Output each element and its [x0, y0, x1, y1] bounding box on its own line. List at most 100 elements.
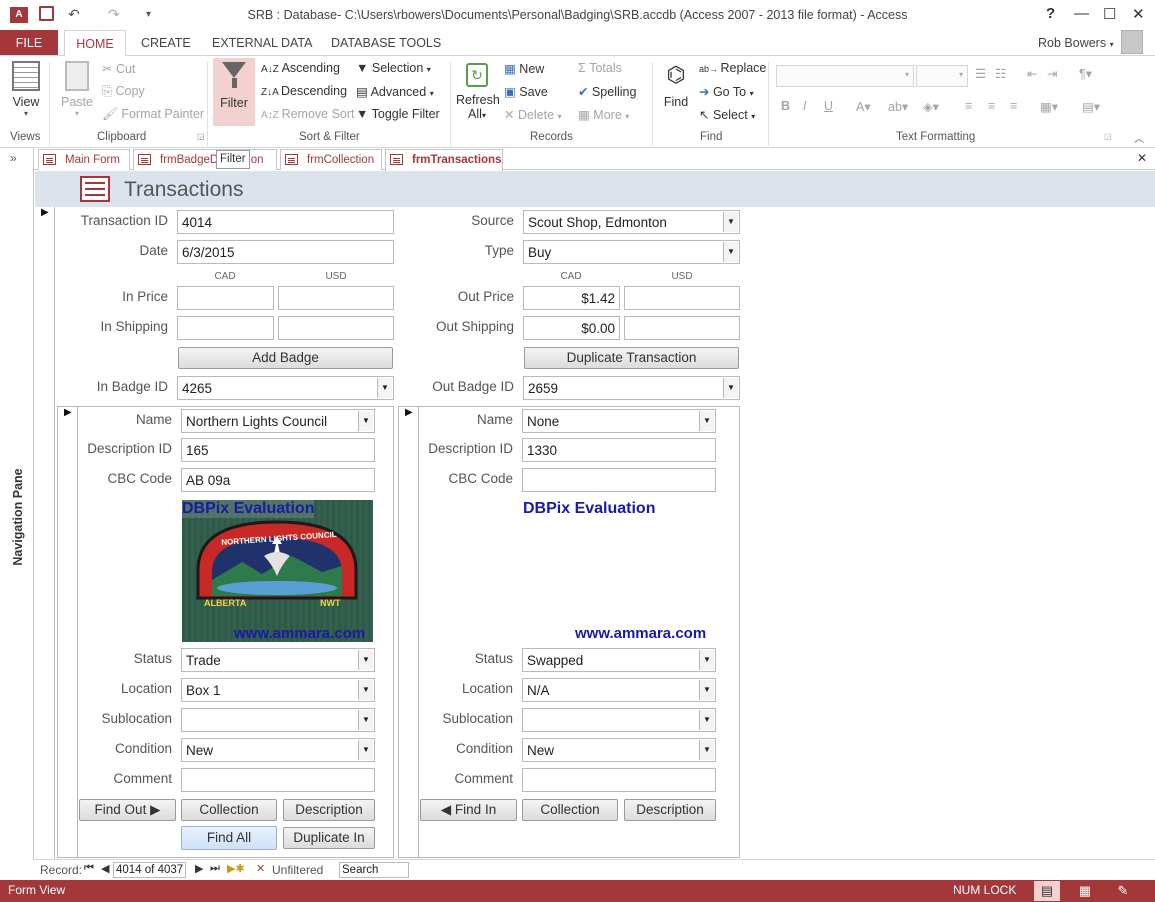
- more-button[interactable]: ▦ More ▾: [578, 107, 629, 122]
- alt-row-color-icon[interactable]: ▤▾: [1082, 99, 1100, 114]
- find-in-button[interactable]: ◀ Find In: [420, 799, 517, 821]
- chevron-down-icon[interactable]: ▼: [377, 378, 392, 398]
- previous-record-icon[interactable]: ◀: [101, 862, 109, 875]
- user-name[interactable]: Rob Bowers ▾: [1038, 30, 1114, 56]
- new-record-nav-icon[interactable]: ▶✱: [227, 862, 245, 875]
- form-view-icon[interactable]: ▤: [1034, 881, 1060, 901]
- tab-external-data[interactable]: EXTERNAL DATA: [212, 30, 312, 56]
- find-out-button[interactable]: Find Out ▶: [79, 799, 176, 821]
- out-price-cad-field[interactable]: $1.42: [523, 286, 620, 310]
- go-to-button[interactable]: ➔ Go To ▾: [699, 84, 754, 99]
- location-combo[interactable]: Box 1 ▼: [181, 678, 375, 702]
- gridlines-icon[interactable]: ▦▾: [1040, 99, 1058, 114]
- chevron-down-icon[interactable]: ▼: [358, 411, 373, 431]
- decrease-indent-icon[interactable]: ⇤: [1027, 66, 1037, 81]
- description-id-field[interactable]: 165: [181, 438, 375, 462]
- design-view-icon[interactable]: ✎: [1114, 881, 1132, 901]
- comment-field[interactable]: [181, 768, 375, 792]
- description-id-field[interactable]: 1330: [522, 438, 716, 462]
- chevron-down-icon[interactable]: ▼: [723, 242, 738, 262]
- type-combo[interactable]: Buy ▼: [523, 240, 740, 264]
- numbering-icon[interactable]: ☷: [995, 66, 1006, 81]
- next-record-icon[interactable]: ▶: [195, 862, 203, 875]
- date-field[interactable]: 6/3/2015: [177, 240, 394, 264]
- font-color-icon[interactable]: A▾: [856, 99, 871, 114]
- search-input[interactable]: Search: [339, 862, 409, 878]
- chevron-down-icon[interactable]: ▼: [699, 740, 714, 760]
- find-button[interactable]: ⌬ Find: [660, 62, 692, 122]
- close-doc-icon[interactable]: ✕: [1137, 151, 1147, 165]
- filter-status-label[interactable]: Unfiltered: [272, 863, 323, 877]
- chevron-down-icon[interactable]: ▼: [358, 680, 373, 700]
- align-right-icon[interactable]: ≡: [1010, 99, 1017, 113]
- duplicate-transaction-button[interactable]: Duplicate Transaction: [524, 347, 739, 369]
- add-badge-button[interactable]: Add Badge: [178, 347, 393, 369]
- bullets-icon[interactable]: ☰: [975, 66, 986, 81]
- remove-sort-button[interactable]: A↕Z Remove Sort: [261, 107, 355, 121]
- align-center-icon[interactable]: ≡: [988, 99, 995, 113]
- doc-tab-frmbadgedescription[interactable]: frmBadgeD ion: [133, 149, 277, 170]
- source-combo[interactable]: Scout Shop, Edmonton ▼: [523, 210, 740, 234]
- paragraph-icon[interactable]: ¶▾: [1079, 66, 1092, 81]
- in-price-usd-field[interactable]: [278, 286, 394, 310]
- toggle-filter-button[interactable]: ▼ Toggle Filter: [356, 107, 440, 121]
- chevron-down-icon[interactable]: ▼: [699, 411, 714, 431]
- first-record-icon[interactable]: ⏮: [84, 862, 94, 875]
- out-price-usd-field[interactable]: [624, 286, 740, 310]
- filter-button[interactable]: Filter: [213, 58, 255, 126]
- find-all-button[interactable]: Find All: [181, 826, 277, 850]
- collection-button[interactable]: Collection: [181, 799, 277, 821]
- ascending-button[interactable]: A↓Z Ascending: [261, 61, 340, 75]
- close-window-button[interactable]: ✕: [1132, 5, 1145, 23]
- subform-record-selector[interactable]: ▶: [399, 407, 419, 857]
- cut-button[interactable]: ✂ Cut: [102, 61, 135, 76]
- chevron-down-icon[interactable]: ▼: [723, 378, 738, 398]
- font-size-select[interactable]: ▾: [916, 65, 968, 87]
- badge-image[interactable]: NORTHERN LIGHTS COUNCIL ALBERTA NWT: [182, 500, 373, 642]
- filter-status-icon[interactable]: ✕: [256, 862, 265, 875]
- advanced-button[interactable]: ▤ Advanced ▾: [356, 84, 434, 99]
- chevron-down-icon[interactable]: ▼: [358, 710, 373, 730]
- status-combo[interactable]: Swapped ▼: [522, 648, 716, 672]
- refresh-all-button[interactable]: ↻ Refresh All▾: [456, 63, 500, 129]
- chevron-down-icon[interactable]: ▼: [358, 650, 373, 670]
- tab-file[interactable]: FILE: [0, 30, 58, 56]
- descending-button[interactable]: Z↓A Descending: [261, 84, 347, 98]
- description-button[interactable]: Description: [283, 799, 375, 821]
- chevron-down-icon[interactable]: ▼: [723, 212, 738, 232]
- increase-indent-icon[interactable]: ⇥: [1047, 66, 1057, 81]
- out-badge-id-combo[interactable]: 2659 ▼: [523, 376, 740, 400]
- sublocation-combo[interactable]: ▼: [522, 708, 716, 732]
- condition-combo[interactable]: New ▼: [522, 738, 716, 762]
- dialog-launcher-icon[interactable]: ◲: [1104, 132, 1112, 141]
- chevron-down-icon[interactable]: ▼: [699, 650, 714, 670]
- doc-tab-frmcollection[interactable]: frmCollection: [280, 149, 382, 170]
- in-shipping-usd-field[interactable]: [278, 316, 394, 340]
- doc-tab-main-form[interactable]: Main Form: [38, 149, 130, 170]
- out-shipping-usd-field[interactable]: [624, 316, 740, 340]
- tab-home[interactable]: HOME: [64, 30, 126, 56]
- in-price-cad-field[interactable]: [177, 286, 274, 310]
- underline-icon[interactable]: U: [824, 99, 833, 113]
- dialog-launcher-icon[interactable]: ◲: [197, 132, 205, 141]
- format-painter-button[interactable]: 🖌 Format Painter: [102, 107, 204, 122]
- select-button[interactable]: ↖ Select ▾: [699, 107, 755, 122]
- sublocation-combo[interactable]: ▼: [181, 708, 375, 732]
- comment-field[interactable]: [522, 768, 716, 792]
- chevron-down-icon[interactable]: ▼: [699, 710, 714, 730]
- delete-record-button[interactable]: ✕ Delete ▾: [504, 107, 562, 122]
- fill-color-icon[interactable]: ◈▾: [923, 99, 939, 114]
- cbc-code-field[interactable]: [522, 468, 716, 492]
- totals-button[interactable]: Σ Totals: [578, 61, 622, 75]
- location-combo[interactable]: N/A ▼: [522, 678, 716, 702]
- badge-image[interactable]: [523, 500, 715, 642]
- collapse-ribbon-icon[interactable]: ︿: [1134, 130, 1144, 145]
- spelling-button[interactable]: ✔ Spelling: [578, 84, 636, 99]
- minimize-button[interactable]: —: [1074, 5, 1089, 22]
- save-record-button[interactable]: ▣ Save: [504, 84, 548, 99]
- view-button[interactable]: View ▾: [8, 61, 44, 127]
- in-shipping-cad-field[interactable]: [177, 316, 274, 340]
- cbc-code-field[interactable]: AB 09a: [181, 468, 375, 492]
- description-button[interactable]: Description: [624, 799, 716, 821]
- avatar[interactable]: [1121, 30, 1143, 54]
